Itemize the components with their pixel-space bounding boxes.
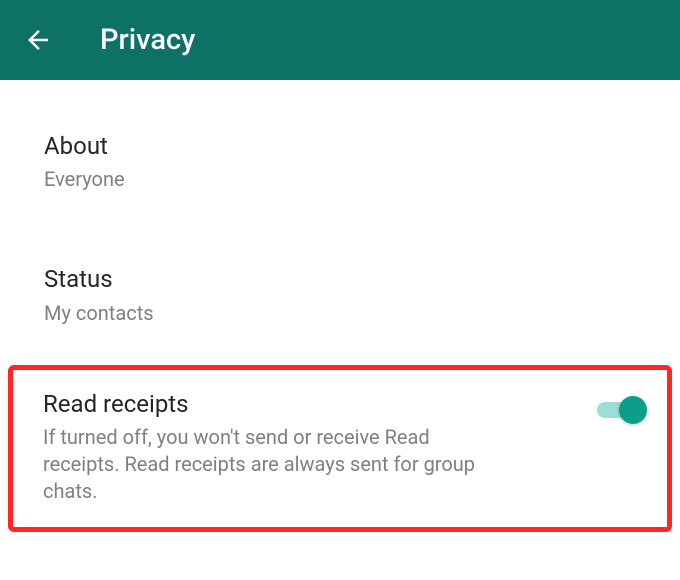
setting-description: If turned off, you won't send or receive… (43, 424, 493, 505)
back-button[interactable] (18, 20, 58, 60)
setting-status[interactable]: Status My contacts (0, 239, 680, 354)
page-title: Privacy (100, 23, 195, 57)
arrow-left-icon (23, 25, 53, 55)
setting-title: Status (44, 263, 636, 295)
setting-title: About (44, 130, 636, 162)
toggle-thumb (619, 396, 647, 424)
setting-about[interactable]: About Everyone (0, 106, 680, 221)
setting-value: My contacts (44, 300, 636, 327)
setting-read-receipts[interactable]: Read receipts If turned off, you won't s… (8, 365, 672, 532)
app-bar: Privacy (0, 0, 680, 80)
settings-content: About Everyone Status My contacts Read r… (0, 80, 680, 532)
read-receipts-toggle[interactable] (595, 394, 647, 426)
read-receipts-text: Read receipts If turned off, you won't s… (43, 388, 579, 505)
setting-value: Everyone (44, 166, 636, 193)
setting-title: Read receipts (43, 388, 579, 420)
